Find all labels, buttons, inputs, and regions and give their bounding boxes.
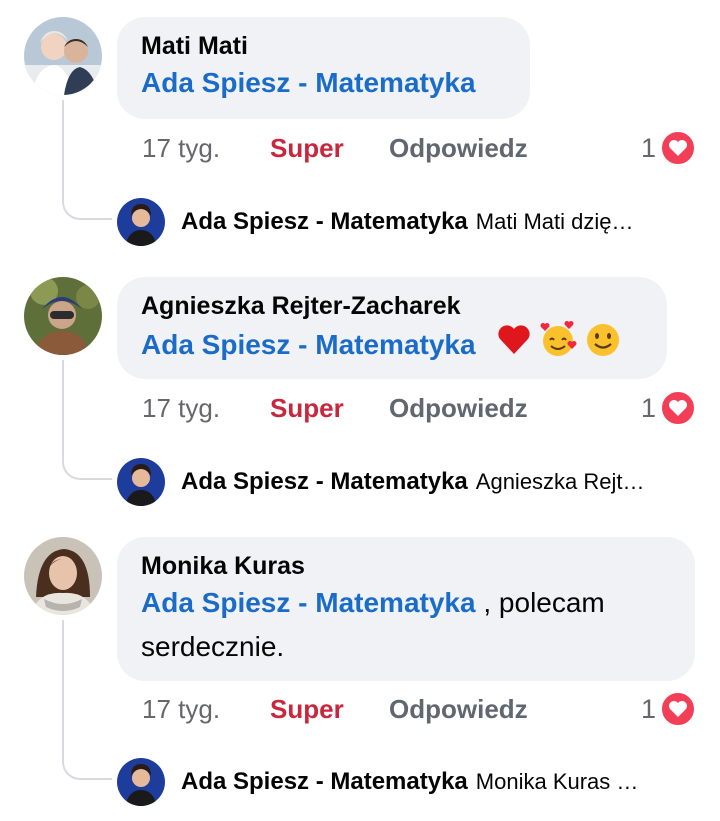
- avatar[interactable]: [24, 17, 102, 95]
- reply-button[interactable]: Odpowiedz: [389, 694, 528, 725]
- super-reaction-button[interactable]: Super: [270, 393, 389, 424]
- reply-text: Mati Mati dzię…: [475, 209, 634, 234]
- reply-text: Agnieszka Rejt…: [475, 469, 645, 494]
- reaction-summary[interactable]: 1: [641, 128, 696, 168]
- red-heart-icon: [497, 324, 531, 369]
- avatar: [117, 758, 165, 806]
- heart-icon: [660, 130, 696, 166]
- mention-link[interactable]: Ada Spiesz - Matematyka: [141, 67, 476, 98]
- comment-actions: 17 tyg. Super Odpowiedz: [142, 689, 528, 729]
- reply-button[interactable]: Odpowiedz: [389, 393, 528, 424]
- reaction-summary[interactable]: 1: [641, 689, 696, 729]
- mention-link[interactable]: Ada Spiesz - Matematyka: [141, 587, 476, 618]
- reply-author: Ada Spiesz - Matematyka: [181, 768, 468, 795]
- super-reaction-button[interactable]: Super: [270, 133, 389, 164]
- avatar: [117, 458, 165, 506]
- reaction-count: 1: [640, 132, 656, 163]
- comment-author[interactable]: Monika Kuras: [141, 551, 671, 581]
- comment-author[interactable]: Agnieszka Rejter-Zacharek: [141, 291, 643, 321]
- mention-link[interactable]: Ada Spiesz - Matematyka: [141, 329, 476, 360]
- reaction-count: 1: [640, 693, 656, 724]
- slightly-smiling-face-icon: [585, 322, 621, 371]
- smiling-face-with-hearts-icon: [539, 321, 577, 372]
- avatar[interactable]: [24, 277, 102, 355]
- heart-icon: [660, 390, 696, 426]
- avatar[interactable]: [24, 537, 102, 615]
- reaction-count: 1: [640, 392, 656, 423]
- reply-preview[interactable]: Ada Spiesz - Matematyka Monika Kuras …: [117, 758, 697, 806]
- reply-button[interactable]: Odpowiedz: [389, 133, 528, 164]
- reaction-summary[interactable]: 1: [641, 388, 696, 428]
- comment-actions: 17 tyg. Super Odpowiedz: [142, 388, 528, 428]
- comment-author[interactable]: Mati Mati: [141, 31, 506, 61]
- comment-text: Ada Spiesz - Matematyka: [141, 61, 506, 105]
- comment-bubble: Monika Kuras Ada Spiesz - Matematyka , p…: [117, 537, 695, 681]
- comment-bubble: Agnieszka Rejter-Zacharek Ada Spiesz - M…: [117, 277, 667, 379]
- super-reaction-button[interactable]: Super: [270, 694, 389, 725]
- reply-text: Monika Kuras …: [475, 769, 639, 794]
- heart-icon: [660, 691, 696, 727]
- comment-text: Ada Spiesz - Matematyka: [141, 321, 643, 372]
- reply-preview[interactable]: Ada Spiesz - Matematyka Agnieszka Rejt…: [117, 458, 697, 506]
- reply-author: Ada Spiesz - Matematyka: [181, 468, 468, 495]
- comment-text: Ada Spiesz - Matematyka , polecam serdec…: [141, 581, 671, 669]
- comment-time[interactable]: 17 tyg.: [142, 133, 270, 164]
- reply-preview[interactable]: Ada Spiesz - Matematyka Mati Mati dzię…: [117, 198, 697, 246]
- comment-time[interactable]: 17 tyg.: [142, 393, 270, 424]
- comment-time[interactable]: 17 tyg.: [142, 694, 270, 725]
- avatar: [117, 198, 165, 246]
- comment-actions: 17 tyg. Super Odpowiedz: [142, 128, 528, 168]
- reply-author: Ada Spiesz - Matematyka: [181, 208, 468, 235]
- comment-bubble: Mati Mati Ada Spiesz - Matematyka: [117, 17, 530, 119]
